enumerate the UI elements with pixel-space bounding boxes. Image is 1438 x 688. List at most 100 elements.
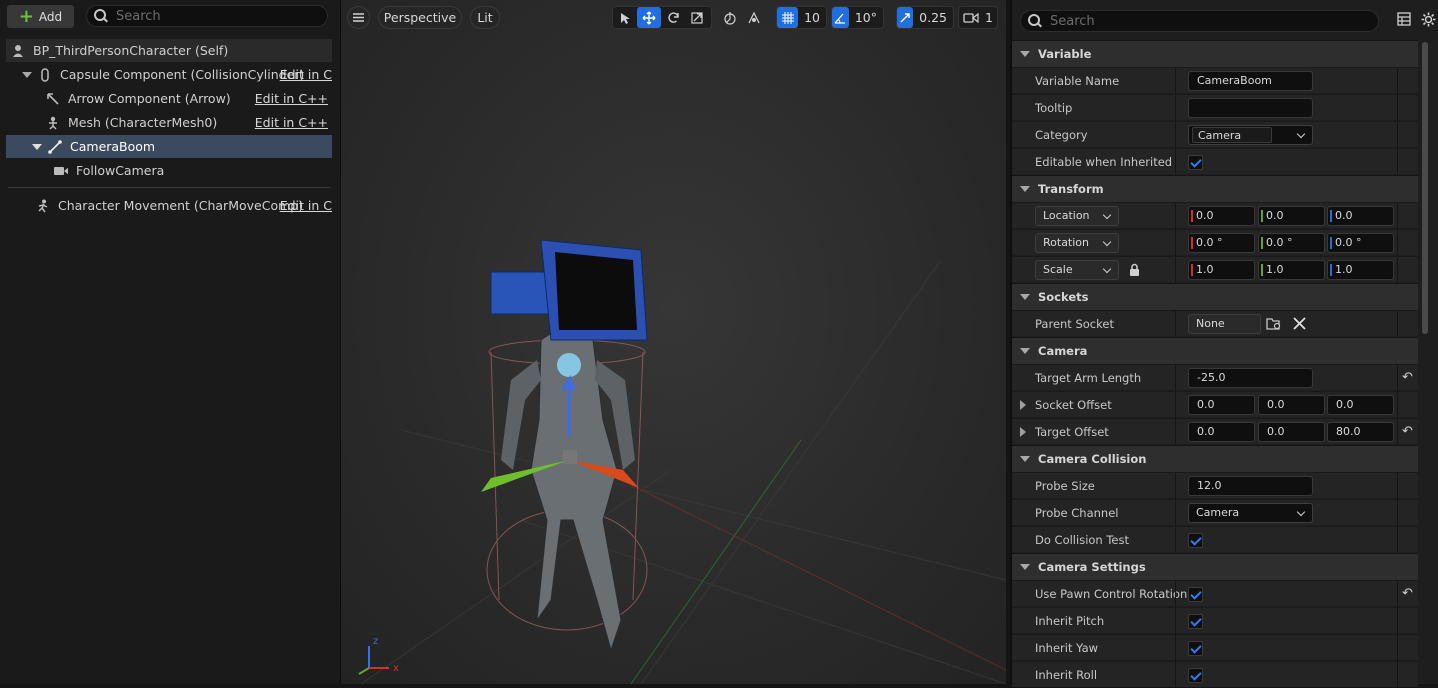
scale-snap-icon[interactable] [897,7,914,28]
lock-icon[interactable] [1129,263,1140,279]
search-icon [94,9,108,23]
transform-tools [612,6,712,29]
section-camera-settings[interactable]: Camera Settings [1012,553,1418,580]
scale-icon[interactable] [685,7,709,28]
world-local-icon[interactable] [718,7,742,28]
socket-offset-z-input[interactable]: 0.0 [1327,395,1394,415]
dropdown-label: Camera [1196,506,1240,519]
scale-z-input[interactable]: 1.0 [1327,260,1394,280]
tooltip-input[interactable] [1188,98,1313,118]
chevron-down-icon [1102,237,1112,247]
section-title: Camera Settings [1038,560,1146,574]
parent-socket-field[interactable]: None [1188,314,1261,334]
target-offset-z-input[interactable]: 80.0 [1327,422,1394,442]
prop-label: Tooltip [1035,101,1073,115]
browse-socket-icon[interactable] [1266,317,1282,334]
use-pawn-control-rotation-checkbox[interactable] [1188,587,1203,602]
tree-item-cameraboom[interactable]: CameraBoom [6,135,332,158]
inherit-yaw-checkbox[interactable] [1188,641,1203,656]
target-offset-x-input[interactable]: 0.0 [1188,422,1255,442]
probe-size-input[interactable]: 12.0 [1188,476,1313,496]
spring-arm-icon [48,139,62,154]
location-y-input[interactable]: 0.0 [1258,206,1325,226]
tree-item-self[interactable]: BP_ThirdPersonCharacter (Self) [6,39,332,62]
settings-gear-icon[interactable] [1421,12,1436,31]
inherit-pitch-checkbox[interactable] [1188,614,1203,629]
edit-in-cpp-link[interactable]: Edit in C [280,198,332,213]
tree-item-mesh[interactable]: Mesh (CharacterMesh0) Edit in C++ [6,111,332,134]
chevron-down-icon [1102,264,1112,274]
scale-mode-dropdown[interactable]: Scale [1035,260,1119,280]
do-collision-test-checkbox[interactable] [1188,533,1203,548]
section-transform[interactable]: Transform [1012,175,1418,202]
camera-speed-group[interactable]: 1 [958,6,998,29]
reset-to-default-icon[interactable]: ↶ [1402,424,1413,439]
prop-label: Inherit Roll [1035,668,1098,682]
section-sockets[interactable]: Sockets [1012,283,1418,310]
scale-y-input[interactable]: 1.0 [1258,260,1325,280]
angle-snap-icon[interactable] [832,7,849,28]
prop-editable-inherited: Editable when Inherited [1012,148,1418,175]
reset-to-default-icon[interactable]: ↶ [1402,586,1413,601]
clear-icon[interactable] [1293,317,1306,333]
tree-item-followcamera[interactable]: FollowCamera [6,159,332,182]
location-z-input[interactable]: 0.0 [1327,206,1394,226]
rotate-icon[interactable] [661,7,685,28]
details-scrollbar[interactable] [1422,42,1428,334]
tree-item-arrow[interactable]: Arrow Component (Arrow) Edit in C++ [6,87,332,110]
add-component-button[interactable]: + Add [7,5,74,28]
grid-snap-group[interactable]: 10 [776,6,827,29]
collapse-arrow-icon [1020,186,1030,192]
probe-channel-dropdown[interactable]: Camera [1188,503,1313,523]
collapse-arrow-icon [1020,294,1030,300]
edit-in-cpp-link[interactable]: Edit in C++ [255,91,328,106]
scale-x-input[interactable]: 1.0 [1188,260,1255,280]
target-offset-y-input[interactable]: 0.0 [1258,422,1325,442]
socket-offset-y-input[interactable]: 0.0 [1258,395,1325,415]
inherit-roll-checkbox[interactable] [1188,668,1203,683]
chevron-down-icon[interactable] [1296,129,1306,139]
location-mode-dropdown[interactable]: Location [1035,206,1119,226]
search-icon [1028,14,1042,28]
camera-icon [54,164,68,178]
tree-item-capsule[interactable]: Capsule Component (CollisionCylinder) Ed… [6,63,332,86]
tree-item-charmovement[interactable]: Character Movement (CharMoveComp) Edit i… [6,194,332,217]
edit-in-cpp-link[interactable]: Edit in C [280,67,332,82]
edit-in-cpp-link[interactable]: Edit in C++ [255,115,328,130]
dropdown-label: Scale [1043,263,1073,276]
section-camera-collision[interactable]: Camera Collision [1012,445,1418,472]
reset-to-default-icon[interactable]: ↶ [1402,370,1413,385]
rotation-y-input[interactable]: 0.0 ° [1258,233,1325,253]
category-value[interactable]: Camera [1192,127,1272,143]
category-combobox[interactable]: Camera [1188,125,1313,145]
expand-arrow-icon[interactable] [1020,427,1026,437]
perspective-button[interactable]: Perspective [378,6,462,29]
variable-name-input[interactable]: CameraBoom [1188,71,1313,91]
rotation-mode-dropdown[interactable]: Rotation [1035,233,1119,253]
details-search-input[interactable]: Search [1020,10,1379,32]
level-viewport[interactable]: z x Perspective Lit 10 10° 0.25 1 [341,0,1006,684]
components-search-input[interactable]: Search [86,5,328,27]
tree-item-label: FollowCamera [76,163,165,178]
surface-snap-icon[interactable] [742,7,766,28]
target-arm-length-input[interactable]: -25.0 [1188,368,1313,388]
socket-offset-x-input[interactable]: 0.0 [1188,395,1255,415]
select-icon[interactable] [613,7,637,28]
section-camera[interactable]: Camera [1012,337,1418,364]
property-matrix-icon[interactable] [1397,12,1411,31]
lit-button[interactable]: Lit [470,6,500,29]
rotation-z-input[interactable]: 0.0 ° [1327,233,1394,253]
grid-snap-icon[interactable] [777,7,799,28]
editable-inherited-checkbox[interactable] [1188,155,1203,170]
location-x-input[interactable]: 0.0 [1188,206,1255,226]
scale-snap-group[interactable]: 0.25 [896,6,954,29]
section-title: Camera [1038,344,1088,358]
rotation-snap-group[interactable]: 10° [831,6,884,29]
viewport-menu-button[interactable] [347,6,370,29]
collapse-arrow-icon[interactable] [22,71,32,78]
move-icon[interactable] [637,7,661,28]
section-variable[interactable]: Variable [1012,40,1418,67]
expand-arrow-icon[interactable] [1020,400,1026,410]
collapse-arrow-icon[interactable] [32,143,42,150]
rotation-x-input[interactable]: 0.0 ° [1188,233,1255,253]
